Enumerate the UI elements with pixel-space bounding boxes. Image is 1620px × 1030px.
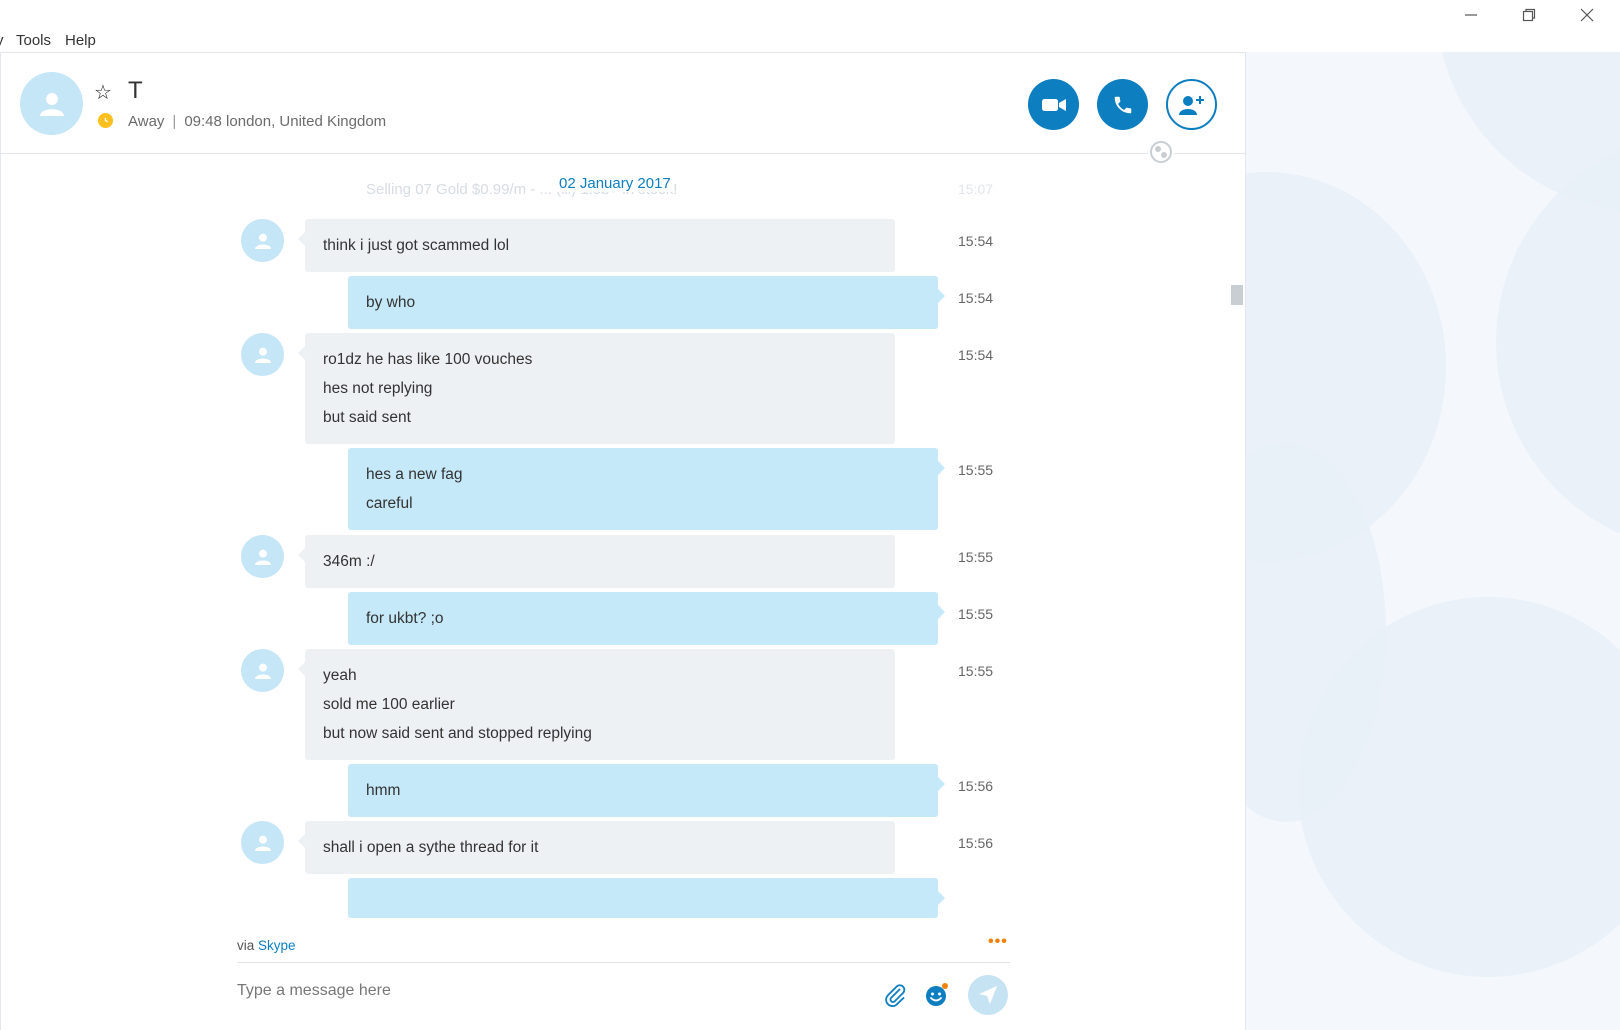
message-time: 15:56 [958, 835, 994, 851]
sender-avatar[interactable] [241, 333, 284, 376]
restore-button[interactable] [1501, 0, 1557, 30]
separator: | [172, 113, 177, 130]
incoming-message-bubble[interactable]: ro1dz he has like 100 vouches hes not re… [298, 333, 895, 444]
message-time: 15:55 [958, 606, 994, 622]
sender-avatar[interactable] [241, 535, 284, 578]
background-circle [1496, 132, 1620, 552]
incoming-message-bubble[interactable]: yeah sold me 100 earlier but now said se… [298, 649, 895, 760]
message-text: shall i open a sythe thread for it [323, 839, 539, 856]
minimize-button[interactable] [1443, 0, 1499, 30]
message-text: careful [366, 495, 413, 512]
message-text: but now said sent and stopped replying [323, 725, 592, 742]
incoming-message-bubble[interactable]: think i just got scammed lol [298, 219, 895, 272]
right-background-pane [1245, 52, 1620, 1030]
message-input[interactable] [237, 973, 857, 1009]
sender-avatar[interactable] [241, 821, 284, 864]
message-time: 15:54 [958, 233, 994, 249]
conversation-header: ☆ T Away | 09:48 london, United Kingdom [1, 53, 1246, 154]
outgoing-message-bubble[interactable]: for ukbt? ;o [348, 592, 945, 645]
close-button[interactable] [1559, 0, 1615, 30]
menu-item-view-edge[interactable]: y [0, 32, 4, 49]
date-separator: 02 January 2017 [557, 175, 673, 192]
faded-previous-time: 15:07 [958, 181, 994, 197]
outgoing-message-bubble[interactable]: hes a new fag careful [348, 448, 945, 530]
message-text: by who [366, 294, 416, 311]
message-text: hmm [366, 782, 401, 799]
clock-icon [104, 117, 109, 123]
contact-location: london, United Kingdom [226, 113, 387, 130]
presence-status: Away [128, 113, 165, 130]
message-text: hes not replying [323, 380, 433, 397]
message-text: for ukbt? ;o [366, 610, 444, 627]
scrollbar-thumb[interactable] [1231, 285, 1243, 305]
message-text: but said sent [323, 409, 411, 426]
close-icon [1580, 8, 1594, 22]
attach-file-button[interactable] [881, 981, 909, 1009]
chat-panel: ☆ T Away | 09:48 london, United Kingdom Se… [0, 52, 1246, 1030]
contact-status-line: Away | 09:48 london, United Kingdom [128, 113, 386, 130]
video-call-icon [1041, 98, 1066, 111]
message-time: 15:55 [958, 663, 994, 679]
message-text: ro1dz he has like 100 vouches [323, 351, 533, 368]
message-text: think i just got scammed lol [323, 237, 510, 254]
via-prefix: via [237, 938, 255, 953]
menu-item-tools[interactable]: Tools [16, 32, 51, 49]
emoticon-button[interactable] [923, 981, 951, 1009]
message-text: sold me 100 earlier [323, 696, 455, 713]
sender-avatar[interactable] [241, 649, 284, 692]
phone-icon [1114, 96, 1131, 113]
composer-divider [237, 962, 1010, 963]
person-icon [254, 835, 271, 851]
person-icon [254, 233, 271, 249]
message-time: 15:55 [958, 462, 994, 478]
message-text: 346m :/ [323, 553, 375, 570]
outgoing-message-bubble[interactable]: hmm [348, 764, 945, 817]
away-status-icon [98, 113, 113, 128]
title-bar: y Tools Help [0, 0, 1620, 52]
person-icon [254, 347, 271, 363]
via-skype-link[interactable]: Skype [258, 938, 296, 953]
paperclip-icon [885, 984, 906, 1007]
minimize-icon [1465, 14, 1477, 16]
sender-avatar[interactable] [241, 219, 284, 262]
more-options-icon[interactable]: ••• [988, 933, 1008, 951]
message-time: 15:54 [958, 347, 994, 363]
via-label: via Skype [237, 938, 296, 953]
add-person-icon [1178, 95, 1204, 115]
send-icon [978, 985, 998, 1005]
contact-avatar[interactable] [20, 72, 83, 135]
smiley-icon [926, 983, 948, 1006]
outgoing-message-bubble-cutoff[interactable] [348, 878, 945, 918]
incoming-message-bubble[interactable]: 346m :/ [298, 535, 895, 588]
favorite-star-icon[interactable]: ☆ [94, 80, 112, 105]
add-people-button[interactable] [1166, 79, 1217, 130]
local-time: 09:48 [184, 113, 222, 130]
video-call-button[interactable] [1028, 79, 1079, 130]
restore-icon [1522, 8, 1536, 22]
contact-name: T [128, 77, 143, 104]
incoming-message-bubble[interactable]: shall i open a sythe thread for it [298, 821, 895, 874]
message-time: 15:54 [958, 290, 994, 306]
message-time: 15:55 [958, 549, 994, 565]
menu-item-help[interactable]: Help [65, 32, 96, 49]
message-time: 15:56 [958, 778, 994, 794]
message-list[interactable]: Selling 07 Gold $0.99/m - ... (ill) 1.5b… [1, 155, 1246, 950]
send-message-button[interactable] [968, 975, 1008, 1015]
person-icon [254, 663, 271, 679]
message-text: hes a new fag [366, 466, 463, 483]
person-icon [39, 92, 64, 116]
person-icon [254, 549, 271, 565]
message-text: yeah [323, 667, 357, 684]
outgoing-message-bubble[interactable]: by who [348, 276, 945, 329]
audio-call-button[interactable] [1097, 79, 1148, 130]
